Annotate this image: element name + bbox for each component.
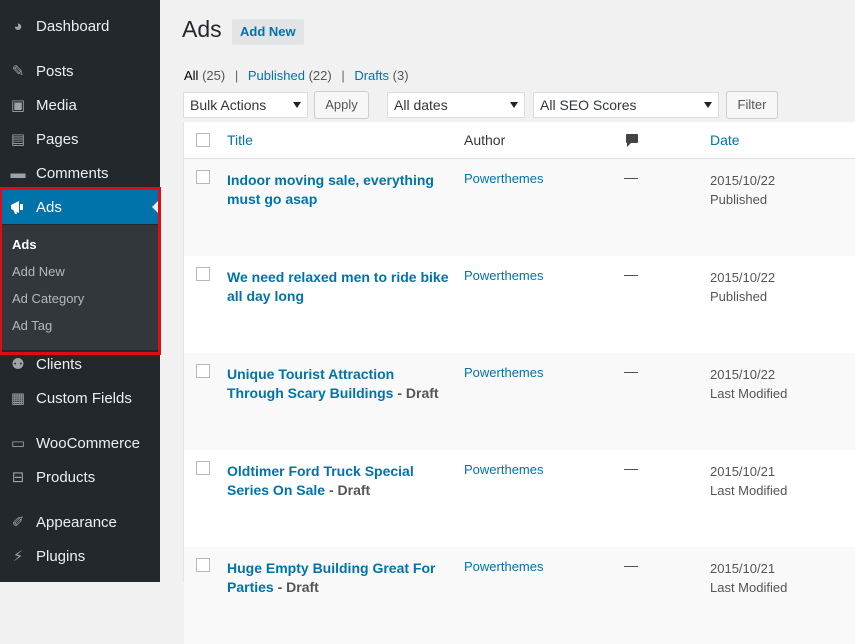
admin-sidebar: ◕ Dashboard ✎ Posts ▣ Media ▤ Pages ▬ Co… bbox=[0, 0, 161, 582]
row-title-link[interactable]: Oldtimer Ford Truck Special Series On Sa… bbox=[227, 462, 452, 500]
sidebar-item-posts[interactable]: ✎ Posts bbox=[0, 54, 160, 88]
column-date[interactable]: Date bbox=[710, 132, 740, 148]
woocommerce-icon: ▭ bbox=[10, 435, 26, 452]
chevron-down-icon bbox=[704, 102, 712, 108]
column-title[interactable]: Title bbox=[227, 132, 253, 148]
brush-icon: ✐ bbox=[11, 514, 25, 531]
sidebar-item-appearance[interactable]: ✐ Appearance bbox=[0, 505, 160, 539]
row-date: 2015/10/21 Last Modified bbox=[710, 561, 788, 595]
table-row: We need relaxed men to ride bike all day… bbox=[184, 256, 855, 353]
sidebar-item-label: Products bbox=[36, 468, 96, 486]
cart-icon: ⊟ bbox=[11, 469, 25, 486]
sidebar-item-label: Dashboard bbox=[36, 17, 110, 35]
row-comments: — bbox=[624, 460, 638, 476]
sidebar-item-custom-fields[interactable]: ▦ Custom Fields bbox=[0, 381, 160, 415]
sidebar-item-label: Clients bbox=[36, 355, 82, 373]
sidebar-item-label: WooCommerce bbox=[36, 434, 140, 452]
filter-published-link[interactable]: Published bbox=[248, 68, 305, 83]
sidebar-item-label: Media bbox=[36, 96, 77, 114]
sidebar-item-label: Pages bbox=[36, 130, 79, 148]
filter-all-link[interactable]: All bbox=[184, 68, 198, 83]
row-author-link[interactable]: Powerthemes bbox=[464, 365, 543, 380]
filter-published-count: (22) bbox=[308, 68, 332, 83]
row-comments: — bbox=[624, 169, 638, 185]
row-comments: — bbox=[624, 266, 638, 282]
row-checkbox[interactable] bbox=[196, 267, 210, 281]
row-checkbox[interactable] bbox=[196, 461, 210, 475]
sidebar-item-pages[interactable]: ▤ Pages bbox=[0, 122, 160, 156]
pages-icon: ▤ bbox=[10, 131, 26, 148]
sidebar-item-label: Comments bbox=[36, 164, 109, 182]
sidebar-item-products[interactable]: ⊟ Products bbox=[0, 460, 160, 494]
comments-icon: ▬ bbox=[10, 164, 26, 182]
seo-score-value: All SEO Scores bbox=[540, 97, 637, 113]
row-checkbox[interactable] bbox=[196, 170, 210, 184]
add-new-button[interactable]: Add New bbox=[232, 19, 304, 45]
sidebar-item-label: Posts bbox=[36, 62, 74, 80]
row-author-link[interactable]: Powerthemes bbox=[464, 462, 543, 477]
table-row: Unique Tourist Attraction Through Scary … bbox=[184, 353, 855, 450]
sidebar-item-media[interactable]: ▣ Media bbox=[0, 88, 160, 122]
table-row: Huge Empty Building Great For Parties - … bbox=[184, 547, 855, 644]
main-content: Ads Add New All (25) | Published (22) | … bbox=[160, 0, 855, 644]
row-date: 2015/10/22 Last Modified bbox=[710, 367, 788, 401]
sidebar-item-plugins[interactable]: ⚡ Plugins bbox=[0, 539, 160, 573]
row-title-link[interactable]: Unique Tourist Attraction Through Scary … bbox=[227, 365, 452, 403]
row-date: 2015/10/22 Published bbox=[710, 173, 776, 207]
sidebar-item-label: Custom Fields bbox=[36, 389, 132, 407]
row-checkbox[interactable] bbox=[196, 364, 210, 378]
apply-button[interactable]: Apply bbox=[314, 91, 369, 119]
bulk-actions-select[interactable]: Bulk Actions bbox=[183, 92, 308, 118]
status-filter-links: All (25) | Published (22) | Drafts (3) bbox=[184, 68, 409, 83]
sidebar-item-label: Appearance bbox=[36, 513, 117, 531]
dashboard-icon: ◕ bbox=[13, 17, 23, 35]
grid-icon: ▦ bbox=[10, 390, 26, 407]
select-all-checkbox[interactable] bbox=[196, 133, 210, 147]
separator: | bbox=[341, 68, 345, 83]
table-header: Title Author Date bbox=[184, 122, 855, 159]
row-author-link[interactable]: Powerthemes bbox=[464, 171, 543, 186]
row-title-link[interactable]: We need relaxed men to ride bike all day… bbox=[227, 268, 452, 306]
date-filter-select[interactable]: All dates bbox=[387, 92, 525, 118]
sidebar-item-comments[interactable]: ▬ Comments bbox=[0, 156, 160, 190]
row-author-link[interactable]: Powerthemes bbox=[464, 559, 543, 574]
row-checkbox[interactable] bbox=[196, 558, 210, 572]
chevron-down-icon bbox=[510, 102, 518, 108]
ads-table: Title Author Date Indoor moving sale, ev… bbox=[183, 122, 855, 644]
page-title: Ads bbox=[182, 16, 222, 42]
row-title-link[interactable]: Huge Empty Building Great For Parties - … bbox=[227, 559, 452, 597]
row-title-link[interactable]: Indoor moving sale, everything must go a… bbox=[227, 171, 452, 209]
chevron-down-icon bbox=[293, 102, 301, 108]
row-date: 2015/10/22 Published bbox=[710, 270, 776, 304]
ads-menu-highlight-box bbox=[0, 187, 161, 355]
row-comments: — bbox=[624, 557, 638, 573]
row-date: 2015/10/21 Last Modified bbox=[710, 464, 788, 498]
table-row: Indoor moving sale, everything must go a… bbox=[184, 159, 855, 256]
sidebar-item-woocommerce[interactable]: ▭ WooCommerce bbox=[0, 426, 160, 460]
filter-all-count: (25) bbox=[202, 68, 226, 83]
filter-button[interactable]: Filter bbox=[726, 91, 778, 119]
users-icon: ⚉ bbox=[11, 356, 25, 373]
media-icon: ▣ bbox=[10, 97, 26, 114]
table-row: Oldtimer Ford Truck Special Series On Sa… bbox=[184, 450, 855, 547]
filter-drafts-link[interactable]: Drafts bbox=[354, 68, 389, 83]
date-filter-value: All dates bbox=[394, 97, 448, 113]
row-author-link[interactable]: Powerthemes bbox=[464, 268, 543, 283]
seo-score-select[interactable]: All SEO Scores bbox=[533, 92, 719, 118]
sidebar-item-label: Plugins bbox=[36, 547, 86, 565]
column-author: Author bbox=[464, 132, 506, 148]
plug-icon: ⚡ bbox=[12, 548, 24, 565]
separator: | bbox=[234, 68, 239, 83]
comment-bubble-icon[interactable] bbox=[626, 134, 638, 147]
sidebar-item-dashboard[interactable]: ◕ Dashboard bbox=[0, 9, 160, 43]
sidebar-item-clients[interactable]: ⚉ Clients bbox=[0, 347, 160, 381]
row-comments: — bbox=[624, 363, 638, 379]
bulk-actions-value: Bulk Actions bbox=[190, 97, 267, 113]
filter-drafts-count: (3) bbox=[392, 68, 409, 83]
pushpin-icon: ✎ bbox=[11, 63, 25, 80]
